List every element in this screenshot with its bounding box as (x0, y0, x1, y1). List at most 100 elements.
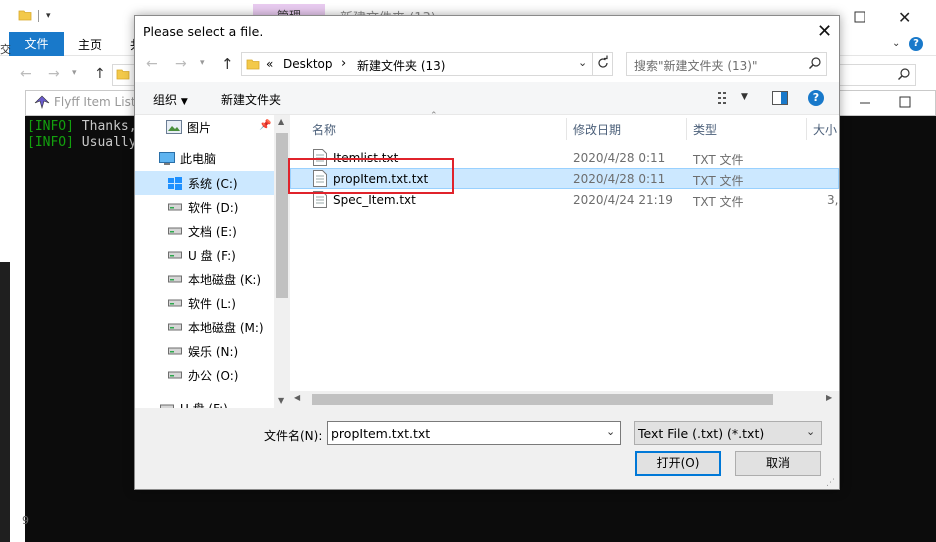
filename-label: 文件名(N): (264, 429, 323, 443)
nav-item-drive-o[interactable]: 办公 (O:) (135, 363, 274, 387)
drive-icon (168, 201, 182, 211)
console-left-strip (0, 262, 10, 542)
dialog-close-button[interactable]: ✕ (810, 16, 839, 48)
bg-close-icon[interactable]: ✕ (898, 8, 911, 27)
dialog-title: Please select a file. (143, 24, 264, 39)
windows-drive-icon (168, 177, 182, 191)
column-divider[interactable] (806, 118, 807, 140)
new-folder-button[interactable]: 新建文件夹 (221, 91, 281, 108)
nav-item-label: 软件 (L:) (188, 297, 236, 311)
breadcrumb-current-folder[interactable]: 新建文件夹 (13) (357, 57, 445, 74)
help-icon[interactable]: ? (909, 37, 923, 51)
nav-item-usb-f[interactable]: U 盘 (F:) (135, 395, 274, 408)
view-options-icon[interactable] (718, 91, 734, 105)
console-text: Thanks, (73, 119, 137, 134)
drive-icon (168, 249, 182, 259)
drive-icon (168, 273, 182, 283)
address-folder-icon (246, 57, 260, 71)
search-icon[interactable] (808, 56, 822, 70)
nav-item-label: 办公 (O:) (188, 369, 239, 383)
drive-icon (168, 225, 182, 235)
nav-item-drive-n[interactable]: 娱乐 (N:) (135, 339, 274, 363)
left-edge-char: 9 (22, 514, 29, 527)
ribbon-expand-icon[interactable]: ⌄ (892, 38, 900, 49)
breadcrumb-separator[interactable]: › (341, 56, 346, 71)
nav-item-label: 系统 (C:) (188, 177, 238, 191)
help-icon[interactable]: ? (808, 90, 824, 106)
sort-arrow-icon: ⌃ (430, 111, 438, 121)
nav-item-drive-e[interactable]: 文档 (E:) (135, 219, 274, 243)
file-size: 3, (827, 193, 839, 207)
drive-icon (168, 321, 182, 331)
column-header-modified[interactable]: 修改日期 (573, 121, 621, 138)
nav-item-label: 本地磁盘 (K:) (188, 273, 262, 287)
nav-item-drive-f[interactable]: U 盘 (F:) (135, 243, 274, 267)
console-title: Flyff Item List (54, 95, 136, 109)
address-history-icon[interactable]: ⌄ (578, 56, 587, 69)
organize-button[interactable]: 组织 ▼ (153, 91, 188, 108)
pin-icon[interactable]: 📌 (259, 120, 271, 131)
bg-address-folder-icon (116, 67, 130, 81)
nav-item-this-pc[interactable]: 此电脑 (135, 146, 274, 170)
nav-scroll-down-icon[interactable]: ▼ (278, 396, 284, 405)
nav-item-label: 图片 (187, 121, 212, 135)
console-minimize-icon[interactable] (858, 96, 872, 110)
up-icon[interactable]: ↑ (221, 55, 234, 73)
organize-dropdown-icon: ▼ (180, 97, 188, 107)
file-modified: 2020/4/28 0:11 (573, 151, 666, 165)
computer-icon (159, 152, 175, 166)
resize-grip-icon[interactable]: ⋰ (826, 478, 835, 488)
column-header-size[interactable]: 大小 (813, 121, 837, 138)
view-dropdown-icon[interactable]: ▼ (741, 92, 748, 102)
organize-label: 组织 (153, 93, 178, 107)
refresh-button[interactable] (592, 52, 613, 76)
console-line: [INFO] Thanks, (27, 119, 137, 134)
hscroll-right-icon[interactable]: ▶ (826, 393, 832, 402)
file-type: TXT 文件 (693, 153, 744, 167)
cancel-button[interactable]: 取消 (735, 451, 821, 476)
hscrollbar-thumb[interactable] (312, 394, 773, 405)
filename-value: propItem.txt.txt (331, 426, 431, 441)
filename-dropdown-icon[interactable]: ⌄ (606, 425, 615, 438)
file-type: TXT 文件 (693, 195, 744, 209)
console-text: Usually (73, 135, 137, 150)
bg-back-icon[interactable]: ← (20, 66, 32, 82)
back-icon[interactable]: ← (146, 56, 158, 72)
column-divider[interactable] (566, 118, 567, 140)
nav-scrollbar-thumb[interactable] (276, 133, 288, 298)
console-maximize-icon[interactable] (898, 95, 912, 109)
hscroll-left-icon[interactable]: ◀ (294, 393, 300, 402)
bg-minimize-icon[interactable] (845, 8, 865, 24)
file-modified: 2020/4/28 0:11 (573, 172, 666, 186)
folder-icon (18, 8, 32, 22)
file-name: Spec_Item.txt (333, 193, 416, 207)
nav-item-pictures[interactable]: 图片 📌 (135, 115, 274, 139)
bg-search-icon[interactable] (897, 67, 911, 81)
column-header-name[interactable]: 名称 (312, 121, 336, 138)
nav-scroll-up-icon[interactable]: ▲ (278, 117, 284, 126)
home-tab[interactable]: 主页 (78, 36, 102, 53)
file-tab[interactable]: 文件 (9, 32, 64, 56)
recent-locations-icon[interactable]: ▾ (200, 58, 205, 68)
bg-recent-icon[interactable]: ▾ (72, 68, 77, 78)
nav-item-drive-l[interactable]: 软件 (L:) (135, 291, 274, 315)
column-divider[interactable] (686, 118, 687, 140)
breadcrumb-desktop[interactable]: Desktop (283, 57, 333, 71)
breadcrumb-overflow[interactable]: « (266, 57, 273, 71)
nav-item-drive-c[interactable]: 系统 (C:) (135, 171, 274, 195)
nav-item-label: U 盘 (F:) (188, 249, 236, 263)
filetype-dropdown-icon[interactable]: ⌄ (806, 425, 815, 438)
bg-up-icon[interactable]: ↑ (94, 66, 106, 82)
qat-dropdown-icon[interactable]: ▾ (46, 11, 51, 21)
column-header-type[interactable]: 类型 (693, 121, 717, 138)
bg-forward-icon[interactable]: → (48, 66, 60, 82)
preview-pane-icon[interactable] (772, 91, 788, 105)
nav-item-label: 此电脑 (180, 152, 217, 166)
info-tag: [INFO] (27, 119, 74, 134)
nav-item-drive-m[interactable]: 本地磁盘 (M:) (135, 315, 274, 339)
open-button[interactable]: 打开(O) (635, 451, 721, 476)
forward-icon[interactable]: → (175, 56, 187, 72)
nav-item-drive-d[interactable]: 软件 (D:) (135, 195, 274, 219)
nav-item-drive-k[interactable]: 本地磁盘 (K:) (135, 267, 274, 291)
nav-item-label: 娱乐 (N:) (188, 345, 239, 359)
